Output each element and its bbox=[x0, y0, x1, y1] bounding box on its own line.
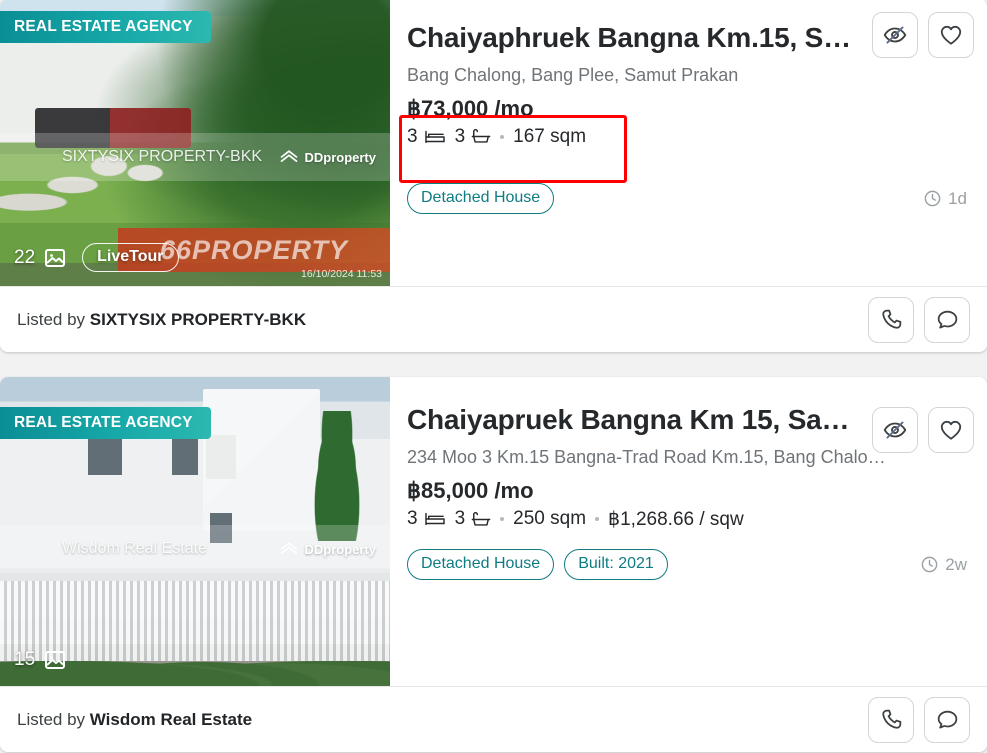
ddproperty-watermark: DDproperty bbox=[279, 147, 376, 167]
bathrooms-spec: 3 bbox=[455, 508, 492, 530]
favorite-button[interactable] bbox=[928, 12, 974, 58]
eye-slash-icon bbox=[883, 421, 907, 439]
spec-separator-dot-2 bbox=[595, 517, 600, 522]
listing-info: Chaiyaphruek Bangna Km.15, S… Bang Chalo… bbox=[390, 0, 987, 286]
photo-timestamp: 16/10/2024 11:53 bbox=[301, 268, 382, 280]
spec-separator-dot bbox=[500, 134, 505, 139]
listing-card[interactable]: REAL ESTATE AGENCY Wisdom Real Estate DD… bbox=[0, 377, 987, 752]
top-actions bbox=[872, 12, 974, 58]
listing-info: Chaiyapruek Bangna Km 15, Sa… 234 Moo 3 … bbox=[390, 377, 987, 686]
listing-specs: 3 3 bbox=[407, 126, 586, 148]
call-agent-button[interactable] bbox=[868, 296, 914, 343]
listed-by-agency[interactable]: Wisdom Real Estate bbox=[90, 710, 252, 729]
listing-footer: Listed by SIXTYSIX PROPERTY-BKK bbox=[0, 286, 987, 352]
listing-title[interactable]: Chaiyapruek Bangna Km 15, Sa… bbox=[407, 403, 862, 437]
photo-count-value: 22 bbox=[14, 246, 36, 268]
listing-price: ฿73,000 /mo bbox=[407, 96, 534, 122]
livetour-button[interactable]: LiveTour bbox=[82, 243, 179, 272]
footer-actions bbox=[868, 696, 970, 743]
photo-count-value: 15 bbox=[14, 649, 36, 670]
bedrooms-value: 3 bbox=[407, 125, 418, 147]
phone-icon bbox=[881, 309, 901, 329]
ddproperty-watermark: DDproperty bbox=[279, 539, 376, 559]
clock-icon bbox=[921, 556, 938, 573]
ddproperty-label: DDproperty bbox=[304, 149, 376, 165]
listing-feed: REAL ESTATE AGENCY 66PROPERTY SIXTYSIX P… bbox=[0, 0, 987, 753]
price-per-sqw: ฿1,268.66 / sqw bbox=[608, 508, 744, 530]
posted-time: 2w bbox=[920, 555, 967, 575]
chat-agent-button[interactable] bbox=[924, 696, 970, 743]
bathrooms-value: 3 bbox=[454, 125, 466, 147]
listing-footer: Listed by Wisdom Real Estate bbox=[0, 686, 987, 752]
photo-watermark-band: SIXTYSIX PROPERTY-BKK DDproperty bbox=[0, 133, 390, 181]
price-block: ฿73,000 /mo 3 3 167 sqm bbox=[407, 95, 586, 148]
posted-time: 1d bbox=[923, 189, 967, 209]
photo-gallery-icon bbox=[45, 248, 66, 267]
chat-bubble-icon bbox=[937, 710, 957, 729]
area-value: 167 sqm bbox=[513, 125, 587, 147]
listed-by-agency[interactable]: SIXTYSIX PROPERTY-BKK bbox=[90, 310, 306, 329]
listed-by-prefix: Listed by bbox=[17, 309, 86, 329]
posted-time-value: 2w bbox=[945, 554, 967, 574]
ddproperty-label: DDproperty bbox=[304, 541, 376, 557]
chat-agent-button[interactable] bbox=[924, 296, 970, 343]
bathrooms-spec: 3 bbox=[455, 126, 492, 148]
agent-watermark-text: Wisdom Real Estate bbox=[62, 540, 207, 557]
property-type-tag[interactable]: Detached House bbox=[407, 549, 555, 580]
hide-listing-button[interactable] bbox=[872, 12, 918, 58]
agency-badge: REAL ESTATE AGENCY bbox=[0, 407, 211, 439]
listing-price: ฿85,000 /mo bbox=[407, 478, 534, 504]
photo-meta: 15 bbox=[14, 648, 68, 672]
listing-specs: 3 3 bbox=[407, 508, 744, 531]
bathrooms-value: 3 bbox=[454, 508, 466, 530]
bathtub-icon bbox=[471, 511, 491, 526]
photo-count[interactable]: 22 bbox=[14, 246, 68, 270]
property-type-tag[interactable]: Detached House bbox=[407, 183, 555, 214]
listing-card-body: REAL ESTATE AGENCY 66PROPERTY SIXTYSIX P… bbox=[0, 0, 987, 286]
listed-by: Listed by Wisdom Real Estate bbox=[17, 710, 252, 730]
listing-title[interactable]: Chaiyaphruek Bangna Km.15, S… bbox=[407, 21, 862, 55]
spec-separator-dot bbox=[500, 517, 505, 522]
listed-by: Listed by SIXTYSIX PROPERTY-BKK bbox=[17, 310, 306, 330]
bedrooms-spec: 3 bbox=[407, 508, 446, 530]
photo-count[interactable]: 15 bbox=[14, 648, 68, 672]
eye-slash-icon bbox=[883, 26, 907, 44]
tags-row: Detached House 1d bbox=[407, 183, 967, 214]
price-block: ฿85,000 /mo 3 3 250 sqm ฿1,268.66 / sqw bbox=[407, 477, 744, 531]
bed-icon bbox=[424, 130, 445, 143]
area-value: 250 sqm bbox=[513, 508, 587, 530]
favorite-button[interactable] bbox=[928, 407, 974, 453]
posted-time-value: 1d bbox=[948, 188, 967, 208]
agent-watermark-text: SIXTYSIX PROPERTY-BKK bbox=[62, 148, 263, 165]
agency-badge: REAL ESTATE AGENCY bbox=[0, 11, 211, 43]
tags-row: Detached House Built: 2021 2w bbox=[407, 549, 967, 580]
heart-icon bbox=[940, 25, 962, 45]
footer-actions bbox=[868, 296, 970, 343]
top-actions bbox=[872, 407, 974, 453]
chat-bubble-icon bbox=[937, 310, 957, 329]
bedrooms-value: 3 bbox=[407, 508, 418, 530]
photo-meta: 22 LiveTour bbox=[14, 243, 179, 272]
ddproperty-logo-icon bbox=[281, 150, 298, 162]
listing-address: Bang Chalong, Bang Plee, Samut Prakan bbox=[407, 65, 739, 86]
listing-card-body: REAL ESTATE AGENCY Wisdom Real Estate DD… bbox=[0, 377, 987, 686]
listing-photo[interactable]: REAL ESTATE AGENCY 66PROPERTY SIXTYSIX P… bbox=[0, 0, 390, 286]
listed-by-prefix: Listed by bbox=[17, 709, 86, 729]
ddproperty-logo-icon bbox=[281, 542, 298, 554]
listing-photo[interactable]: REAL ESTATE AGENCY Wisdom Real Estate DD… bbox=[0, 377, 390, 686]
listing-card[interactable]: REAL ESTATE AGENCY 66PROPERTY SIXTYSIX P… bbox=[0, 0, 987, 352]
clock-icon bbox=[924, 190, 941, 207]
photo-watermark-band: Wisdom Real Estate DDproperty bbox=[0, 525, 390, 573]
bedrooms-spec: 3 bbox=[407, 126, 446, 148]
bed-icon bbox=[424, 513, 445, 526]
photo-gallery-icon bbox=[45, 651, 66, 669]
photo-tree-decor bbox=[306, 411, 368, 541]
bathtub-icon bbox=[471, 129, 491, 143]
built-year-tag[interactable]: Built: 2021 bbox=[564, 549, 668, 580]
phone-icon bbox=[881, 709, 901, 729]
heart-icon bbox=[940, 420, 962, 440]
call-agent-button[interactable] bbox=[868, 696, 914, 743]
hide-listing-button[interactable] bbox=[872, 407, 918, 453]
